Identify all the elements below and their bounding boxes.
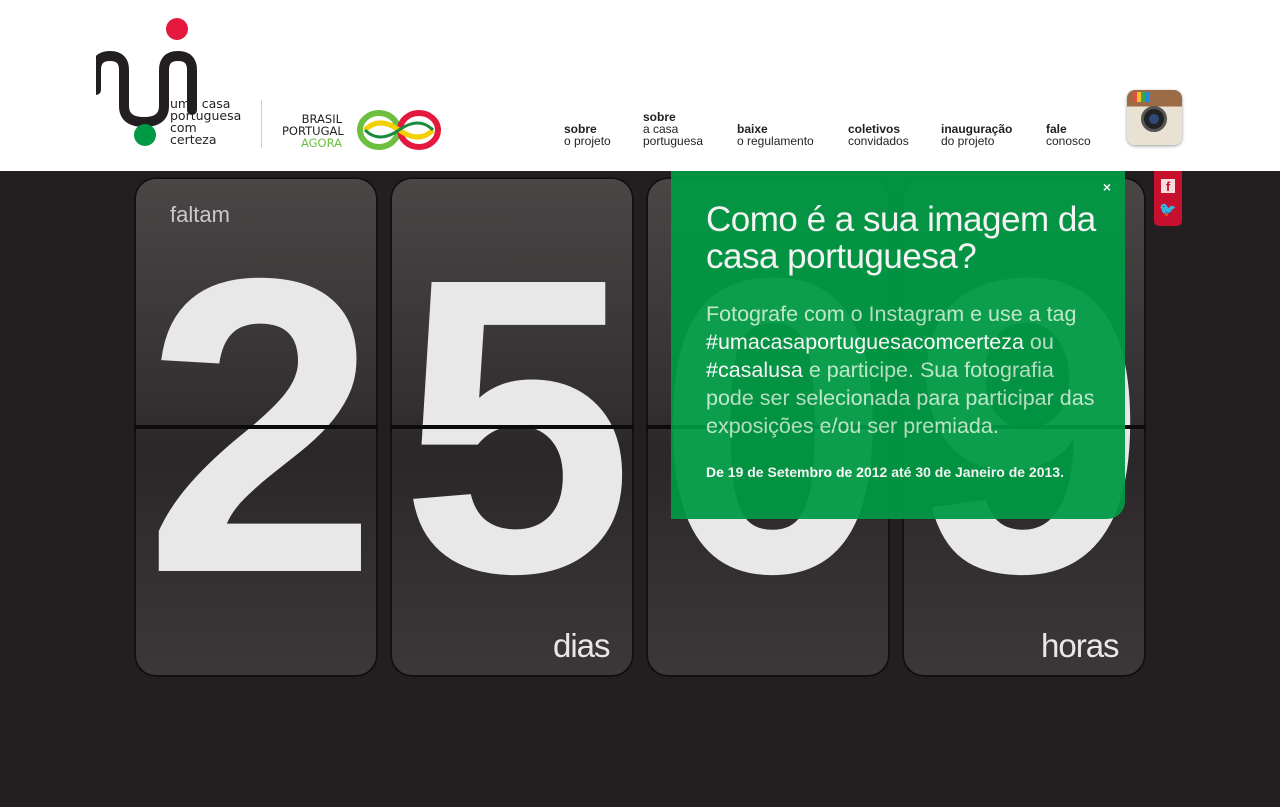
instagram-icon[interactable] <box>1127 90 1182 145</box>
popup-hashtag[interactable]: #casalusa <box>706 358 803 382</box>
popup-text: Fotografe com o Instagram e use a tag <box>706 302 1077 326</box>
nav-label: o projeto <box>564 134 611 148</box>
nav-fale-conosco[interactable]: fale conosco <box>1046 123 1091 147</box>
popup-hashtag[interactable]: #umacasaportuguesacomcerteza <box>706 330 1024 354</box>
facebook-icon[interactable]: f <box>1161 179 1175 194</box>
close-icon[interactable]: × <box>1103 179 1111 195</box>
countdown-hours-label: horas <box>1041 627 1120 664</box>
nav-label: convidados <box>848 134 909 148</box>
popup-text: ou <box>1029 330 1054 354</box>
nav-coletivos-convidados[interactable]: coletivos convidados <box>848 123 909 147</box>
partner-line: AGORA <box>300 136 342 150</box>
nav-inauguracao[interactable]: inauguração do projeto <box>941 123 1012 147</box>
nav-sobre-a-casa[interactable]: sobre a casa portuguesa <box>643 111 703 147</box>
nav-baixe-regulamento[interactable]: baixe o regulamento <box>737 123 814 147</box>
nav-label: do projeto <box>941 134 995 148</box>
popup-dates: De 19 de Setembro de 2012 até 30 de Jane… <box>706 464 1064 480</box>
twitter-icon[interactable]: 🐦 <box>1159 201 1177 217</box>
logo-wordmark: uma casa portuguesa com certeza <box>170 97 241 147</box>
logo-red-dot <box>166 18 188 40</box>
instagram-stripe <box>1145 92 1149 102</box>
flip-divider <box>390 425 634 429</box>
nav-label: o regulamento <box>737 134 814 148</box>
countdown-days-label: dias <box>553 627 611 664</box>
partner-wordmark: BRASIL PORTUGAL AGORA <box>282 113 344 150</box>
popup-body: Fotografe com o Instagram e use a tag #u… <box>706 300 1106 440</box>
logo-line: certeza <box>170 132 217 147</box>
site-header: uma casa portuguesa com certeza BRASIL P… <box>0 0 1280 171</box>
instagram-promo-popup: × Como é a sua imagem da casa portuguesa… <box>671 171 1125 519</box>
flip-divider <box>134 425 378 429</box>
logo-green-dot <box>134 124 156 146</box>
nav-sobre-o-projeto[interactable]: sobre o projeto <box>564 123 611 147</box>
social-bar: f 🐦 <box>1154 171 1182 226</box>
nav-label: conosco <box>1046 134 1091 148</box>
countdown-card: 5 dias <box>390 177 634 677</box>
popup-title: Como é a sua imagem da casa portuguesa? <box>706 200 1096 276</box>
nav-label: portuguesa <box>643 134 704 148</box>
logo-divider <box>261 100 262 148</box>
instagram-lens <box>1141 106 1167 132</box>
brasil-portugal-infinity-logo[interactable] <box>357 108 443 152</box>
countdown-card: faltam 2 <box>134 177 378 677</box>
